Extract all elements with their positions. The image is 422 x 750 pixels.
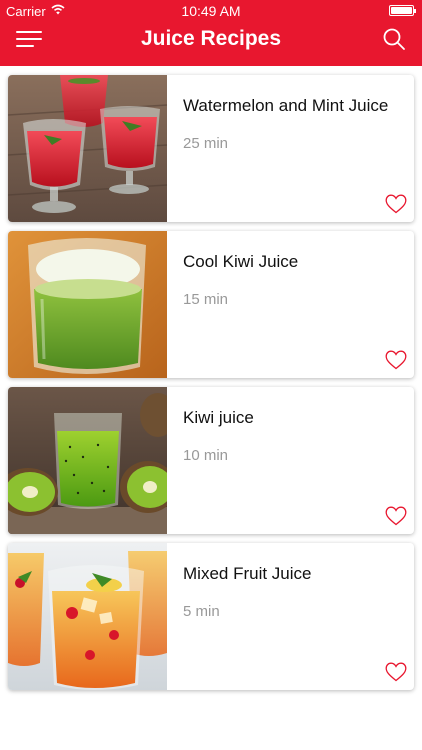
heart-icon[interactable] bbox=[385, 194, 407, 214]
search-icon[interactable] bbox=[382, 27, 406, 51]
recipe-image-watermelon-mint-juice bbox=[8, 75, 167, 222]
battery-level bbox=[391, 7, 412, 14]
heart-icon[interactable] bbox=[385, 506, 407, 526]
recipe-time: 15 min bbox=[183, 291, 229, 308]
recipe-image-kiwi-juice bbox=[8, 387, 167, 534]
recipe-card[interactable]: Watermelon and Mint Juice 25 min bbox=[8, 75, 414, 222]
recipe-title: Mixed Fruit Juice bbox=[183, 564, 312, 583]
recipe-image-cool-kiwi-juice bbox=[8, 231, 167, 378]
recipe-image-mixed-fruit-juice bbox=[8, 543, 167, 690]
battery-icon bbox=[389, 5, 416, 16]
recipe-card[interactable]: Mixed Fruit Juice 5 min bbox=[8, 543, 414, 690]
page-title: Juice Recipes bbox=[140, 27, 282, 50]
status-bar: Carrier 10:49 AM bbox=[0, 0, 422, 22]
status-time: 10:49 AM bbox=[181, 3, 241, 19]
recipe-time: 25 min bbox=[183, 135, 229, 152]
nav-header: Carrier 10:49 AM Juice Recipes bbox=[0, 0, 422, 66]
recipe-time: 10 min bbox=[183, 447, 229, 464]
recipe-time: 5 min bbox=[183, 603, 220, 620]
recipe-list[interactable]: Watermelon and Mint Juice 25 min Cool Ki… bbox=[0, 66, 422, 750]
recipe-card[interactable]: Kiwi juice 10 min bbox=[8, 387, 414, 534]
recipe-card[interactable]: Cool Kiwi Juice 15 min bbox=[8, 231, 414, 378]
recipe-title: Watermelon and Mint Juice bbox=[183, 96, 389, 115]
recipe-title: Cool Kiwi Juice bbox=[183, 252, 299, 271]
heart-icon[interactable] bbox=[385, 662, 407, 682]
heart-icon[interactable] bbox=[385, 350, 407, 370]
recipe-title: Kiwi juice bbox=[183, 408, 254, 427]
